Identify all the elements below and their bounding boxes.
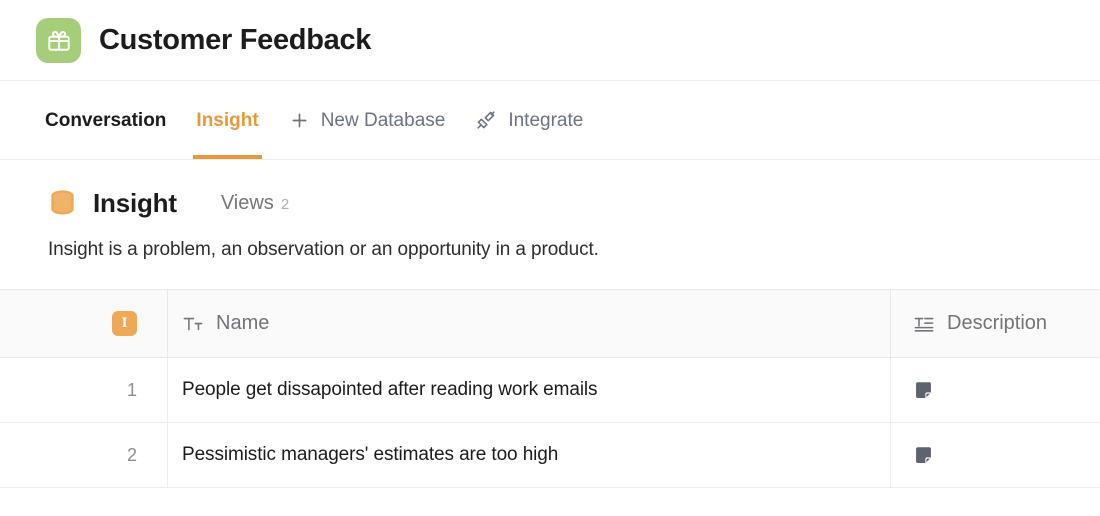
tab-integrate[interactable]: Integrate [460,81,598,159]
note-icon[interactable] [913,445,934,466]
row-name-cell[interactable]: Pessimistic managers' estimates are too … [168,423,891,487]
table-header-row: I Name Description [0,290,1100,358]
row-description-cell[interactable] [891,358,1100,422]
row-number: 2 [126,444,137,465]
row-name-text: Pessimistic managers' estimates are too … [182,444,559,465]
tab-conversation[interactable]: Conversation [30,81,181,159]
tabbar: Conversation Insight New Database Integr… [0,81,1100,160]
row-name-text: People get dissapointed after reading wo… [182,379,598,400]
plug-icon [475,109,497,131]
tab-new-database[interactable]: New Database [274,81,461,159]
text-type-icon [182,314,204,334]
tab-new-database-label: New Database [320,109,446,131]
database-header: Insight Views 2 [48,184,1100,222]
page-title: Customer Feedback [99,23,372,56]
database-name: Insight [93,187,177,218]
table-row[interactable]: 2 Pessimistic managers' estimates are to… [0,423,1100,488]
database-section: Insight Views 2 Insight is a problem, an… [0,160,1100,261]
database-icon [48,189,77,218]
tab-conversation-label: Conversation [45,109,167,131]
table-row[interactable]: 1 People get dissapointed after reading … [0,358,1100,423]
views-selector[interactable]: Views 2 [221,192,289,215]
app-header: Customer Feedback [0,0,1100,81]
tab-integrate-label: Integrate [508,109,584,131]
row-number-cell: 1 [0,358,168,422]
row-number-cell: 2 [0,423,168,487]
records-table: I Name Description 1 People get dissapoi… [0,289,1100,488]
column-header-description[interactable]: Description [891,290,1100,357]
index-badge-icon[interactable]: I [112,311,137,336]
row-description-cell[interactable] [891,423,1100,487]
column-header-name-label: Name [216,312,270,334]
database-description: Insight is a problem, an observation or … [48,239,599,260]
note-icon[interactable] [913,380,934,401]
row-number: 1 [126,379,137,400]
column-header-index[interactable]: I [0,290,168,357]
row-name-cell[interactable]: People get dissapointed after reading wo… [168,358,891,422]
tab-insight-label: Insight [196,109,259,131]
gift-icon [36,17,81,63]
column-header-description-label: Description [947,312,1048,334]
tab-insight[interactable]: Insight [181,81,273,159]
plus-icon [289,110,310,131]
column-header-name[interactable]: Name [168,290,891,357]
views-label: Views [220,191,274,214]
long-text-icon [913,314,935,334]
views-count: 2 [280,195,290,213]
